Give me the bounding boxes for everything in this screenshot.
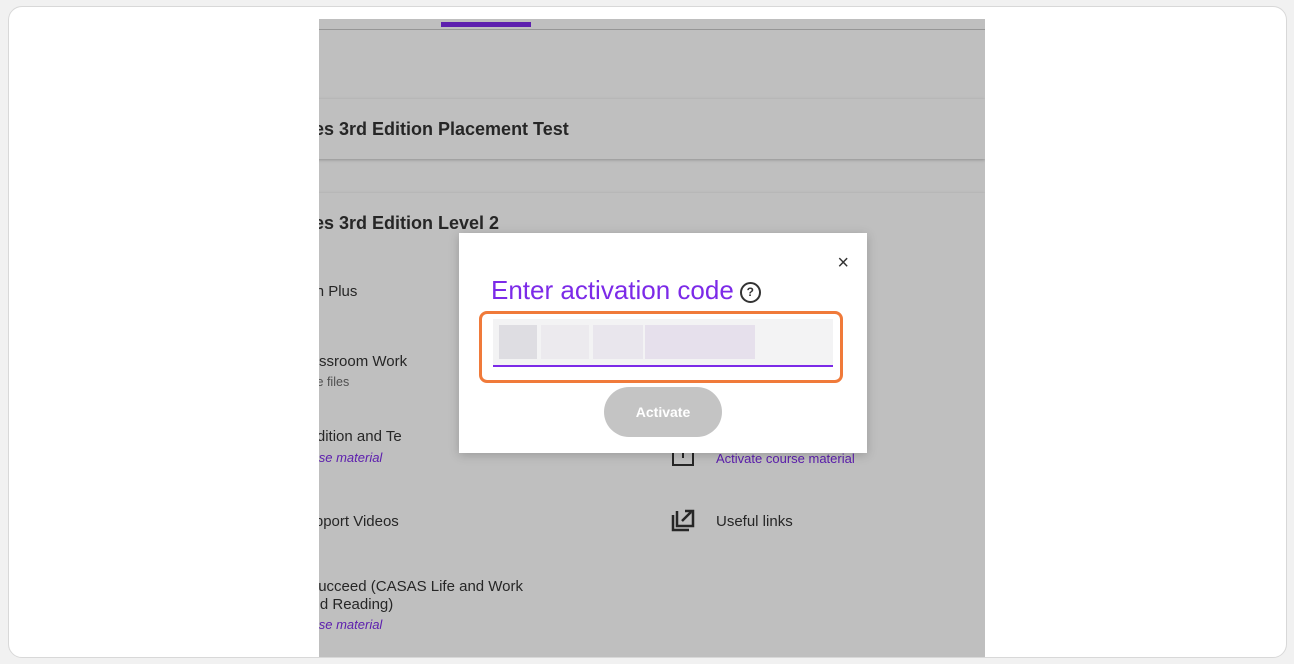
modal-title-text: Enter activation code (491, 275, 734, 305)
redacted-text-block (593, 325, 643, 359)
activate-button[interactable]: Activate (604, 387, 722, 437)
question-circle-icon[interactable]: ? (739, 281, 761, 303)
screenshot-frame: ntures 3rd Edition Placement Test ntures… (8, 6, 1287, 658)
close-icon[interactable]: × (837, 253, 849, 273)
redacted-text-block (645, 325, 755, 359)
activation-code-input[interactable] (493, 319, 833, 367)
activation-modal: × Enter activation code? Activate (459, 233, 867, 453)
redacted-text-block (541, 325, 589, 359)
modal-title: Enter activation code? (491, 275, 761, 306)
redacted-text-block (499, 325, 537, 359)
